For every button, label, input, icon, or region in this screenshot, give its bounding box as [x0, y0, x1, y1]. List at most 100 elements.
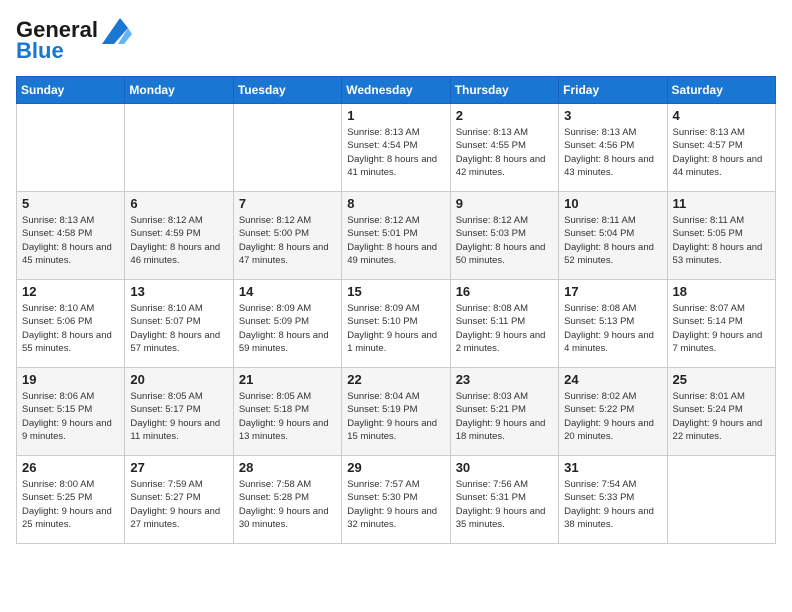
calendar-cell: 30Sunrise: 7:56 AM Sunset: 5:31 PM Dayli… [450, 456, 558, 544]
weekday-header-wednesday: Wednesday [342, 77, 450, 104]
day-number: 13 [130, 284, 227, 299]
calendar-cell: 4 Sunrise: 8:13 AM Sunset: 4:57 PM Daylig… [667, 104, 775, 192]
day-number: 27 [130, 460, 227, 475]
day-info: Sunrise: 8:11 AM Sunset: 5:04 PM Dayligh… [564, 214, 661, 267]
day-number: 8 [347, 196, 444, 211]
calendar-cell: 27 Sunrise: 7:59 AM Sunset: 5:27 PM Dayli… [125, 456, 233, 544]
day-info: Sunrise: 8:10 AM Sunset: 5:07 PM Dayligh… [130, 302, 227, 355]
calendar-cell [667, 456, 775, 544]
calendar-week-row: 26Sunrise: 8:00 AM Sunset: 5:25 PM Dayli… [17, 456, 776, 544]
calendar-cell: 12 Sunrise: 8:10 AM Sunset: 5:06 PM Dayli… [17, 280, 125, 368]
calendar-cell: 9 Sunrise: 8:12 AM Sunset: 5:03 PM Daylig… [450, 192, 558, 280]
calendar-table: SundayMondayTuesdayWednesdayThursdayFrid… [16, 76, 776, 544]
calendar-cell: 15 Sunrise: 8:09 AM Sunset: 5:10 PM Dayli… [342, 280, 450, 368]
day-number: 21 [239, 372, 336, 387]
day-info: Sunrise: 8:00 AM Sunset: 5:25 PM Dayligh… [22, 478, 119, 531]
calendar-cell: 2Sunrise: 8:13 AM Sunset: 4:55 PM Daylig… [450, 104, 558, 192]
day-number: 9 [456, 196, 553, 211]
day-info: Sunrise: 8:02 AM Sunset: 5:22 PM Dayligh… [564, 390, 661, 443]
calendar-cell: 17 Sunrise: 8:08 AM Sunset: 5:13 PM Dayli… [559, 280, 667, 368]
day-info: Sunrise: 8:12 AM Sunset: 5:03 PM Dayligh… [456, 214, 553, 267]
day-info: Sunrise: 8:03 AM Sunset: 5:21 PM Dayligh… [456, 390, 553, 443]
day-number: 22 [347, 372, 444, 387]
weekday-header-row: SundayMondayTuesdayWednesdayThursdayFrid… [17, 77, 776, 104]
day-info: Sunrise: 8:12 AM Sunset: 5:01 PM Dayligh… [347, 214, 444, 267]
day-number: 7 [239, 196, 336, 211]
day-info: Sunrise: 8:08 AM Sunset: 5:13 PM Dayligh… [564, 302, 661, 355]
day-number: 30 [456, 460, 553, 475]
day-number: 10 [564, 196, 661, 211]
day-info: Sunrise: 8:13 AM Sunset: 4:54 PM Dayligh… [347, 126, 444, 179]
day-info: Sunrise: 7:54 AM Sunset: 5:33 PM Dayligh… [564, 478, 661, 531]
calendar-week-row: 5 Sunrise: 8:13 AM Sunset: 4:58 PM Daylig… [17, 192, 776, 280]
weekday-header-monday: Monday [125, 77, 233, 104]
day-number: 23 [456, 372, 553, 387]
day-info: Sunrise: 7:59 AM Sunset: 5:27 PM Dayligh… [130, 478, 227, 531]
calendar-cell: 7 Sunrise: 8:12 AM Sunset: 5:00 PM Daylig… [233, 192, 341, 280]
day-number: 3 [564, 108, 661, 123]
day-number: 17 [564, 284, 661, 299]
calendar-cell: 21 Sunrise: 8:05 AM Sunset: 5:18 PM Dayli… [233, 368, 341, 456]
calendar-cell: 26Sunrise: 8:00 AM Sunset: 5:25 PM Dayli… [17, 456, 125, 544]
calendar-cell: 28 Sunrise: 7:58 AM Sunset: 5:28 PM Dayli… [233, 456, 341, 544]
day-info: Sunrise: 8:07 AM Sunset: 5:14 PM Dayligh… [673, 302, 770, 355]
calendar-cell [233, 104, 341, 192]
day-info: Sunrise: 7:58 AM Sunset: 5:28 PM Dayligh… [239, 478, 336, 531]
day-info: Sunrise: 8:13 AM Sunset: 4:57 PM Dayligh… [673, 126, 770, 179]
day-info: Sunrise: 8:05 AM Sunset: 5:18 PM Dayligh… [239, 390, 336, 443]
calendar-cell: 25 Sunrise: 8:01 AM Sunset: 5:24 PM Dayli… [667, 368, 775, 456]
day-number: 24 [564, 372, 661, 387]
calendar-cell: 24 Sunrise: 8:02 AM Sunset: 5:22 PM Dayli… [559, 368, 667, 456]
calendar-cell: 6 Sunrise: 8:12 AM Sunset: 4:59 PM Daylig… [125, 192, 233, 280]
day-number: 15 [347, 284, 444, 299]
day-info: Sunrise: 8:04 AM Sunset: 5:19 PM Dayligh… [347, 390, 444, 443]
day-info: Sunrise: 7:57 AM Sunset: 5:30 PM Dayligh… [347, 478, 444, 531]
day-number: 16 [456, 284, 553, 299]
logo-blue: Blue [16, 38, 64, 64]
calendar-cell: 29Sunrise: 7:57 AM Sunset: 5:30 PM Dayli… [342, 456, 450, 544]
day-number: 12 [22, 284, 119, 299]
day-number: 20 [130, 372, 227, 387]
calendar-week-row: 12 Sunrise: 8:10 AM Sunset: 5:06 PM Dayli… [17, 280, 776, 368]
day-info: Sunrise: 8:09 AM Sunset: 5:09 PM Dayligh… [239, 302, 336, 355]
day-number: 14 [239, 284, 336, 299]
day-info: Sunrise: 8:05 AM Sunset: 5:17 PM Dayligh… [130, 390, 227, 443]
weekday-header-friday: Friday [559, 77, 667, 104]
day-number: 28 [239, 460, 336, 475]
day-info: Sunrise: 8:10 AM Sunset: 5:06 PM Dayligh… [22, 302, 119, 355]
calendar-cell: 22 Sunrise: 8:04 AM Sunset: 5:19 PM Dayli… [342, 368, 450, 456]
day-info: Sunrise: 8:12 AM Sunset: 4:59 PM Dayligh… [130, 214, 227, 267]
day-info: Sunrise: 8:12 AM Sunset: 5:00 PM Dayligh… [239, 214, 336, 267]
calendar-cell: 31 Sunrise: 7:54 AM Sunset: 5:33 PM Dayli… [559, 456, 667, 544]
page-header: General Blue [16, 16, 776, 64]
calendar-cell: 23 Sunrise: 8:03 AM Sunset: 5:21 PM Dayli… [450, 368, 558, 456]
day-number: 4 [673, 108, 770, 123]
calendar-cell: 16 Sunrise: 8:08 AM Sunset: 5:11 PM Dayli… [450, 280, 558, 368]
day-info: Sunrise: 8:13 AM Sunset: 4:58 PM Dayligh… [22, 214, 119, 267]
calendar-week-row: 1Sunrise: 8:13 AM Sunset: 4:54 PM Daylig… [17, 104, 776, 192]
day-info: Sunrise: 8:06 AM Sunset: 5:15 PM Dayligh… [22, 390, 119, 443]
day-info: Sunrise: 8:08 AM Sunset: 5:11 PM Dayligh… [456, 302, 553, 355]
calendar-cell: 18Sunrise: 8:07 AM Sunset: 5:14 PM Dayli… [667, 280, 775, 368]
calendar-cell: 10 Sunrise: 8:11 AM Sunset: 5:04 PM Dayli… [559, 192, 667, 280]
day-number: 31 [564, 460, 661, 475]
calendar-cell [125, 104, 233, 192]
day-number: 25 [673, 372, 770, 387]
day-info: Sunrise: 8:09 AM Sunset: 5:10 PM Dayligh… [347, 302, 444, 355]
calendar-cell [17, 104, 125, 192]
weekday-header-saturday: Saturday [667, 77, 775, 104]
day-info: Sunrise: 8:13 AM Sunset: 4:56 PM Dayligh… [564, 126, 661, 179]
calendar-cell: 1Sunrise: 8:13 AM Sunset: 4:54 PM Daylig… [342, 104, 450, 192]
logo: General Blue [16, 16, 132, 64]
day-info: Sunrise: 8:11 AM Sunset: 5:05 PM Dayligh… [673, 214, 770, 267]
day-number: 6 [130, 196, 227, 211]
day-number: 5 [22, 196, 119, 211]
logo-flag-icon [100, 16, 132, 44]
calendar-week-row: 19Sunrise: 8:06 AM Sunset: 5:15 PM Dayli… [17, 368, 776, 456]
calendar-cell: 13 Sunrise: 8:10 AM Sunset: 5:07 PM Dayli… [125, 280, 233, 368]
day-info: Sunrise: 8:13 AM Sunset: 4:55 PM Dayligh… [456, 126, 553, 179]
calendar-cell: 3 Sunrise: 8:13 AM Sunset: 4:56 PM Daylig… [559, 104, 667, 192]
calendar-cell: 11Sunrise: 8:11 AM Sunset: 5:05 PM Dayli… [667, 192, 775, 280]
day-info: Sunrise: 8:01 AM Sunset: 5:24 PM Dayligh… [673, 390, 770, 443]
calendar-cell: 5 Sunrise: 8:13 AM Sunset: 4:58 PM Daylig… [17, 192, 125, 280]
